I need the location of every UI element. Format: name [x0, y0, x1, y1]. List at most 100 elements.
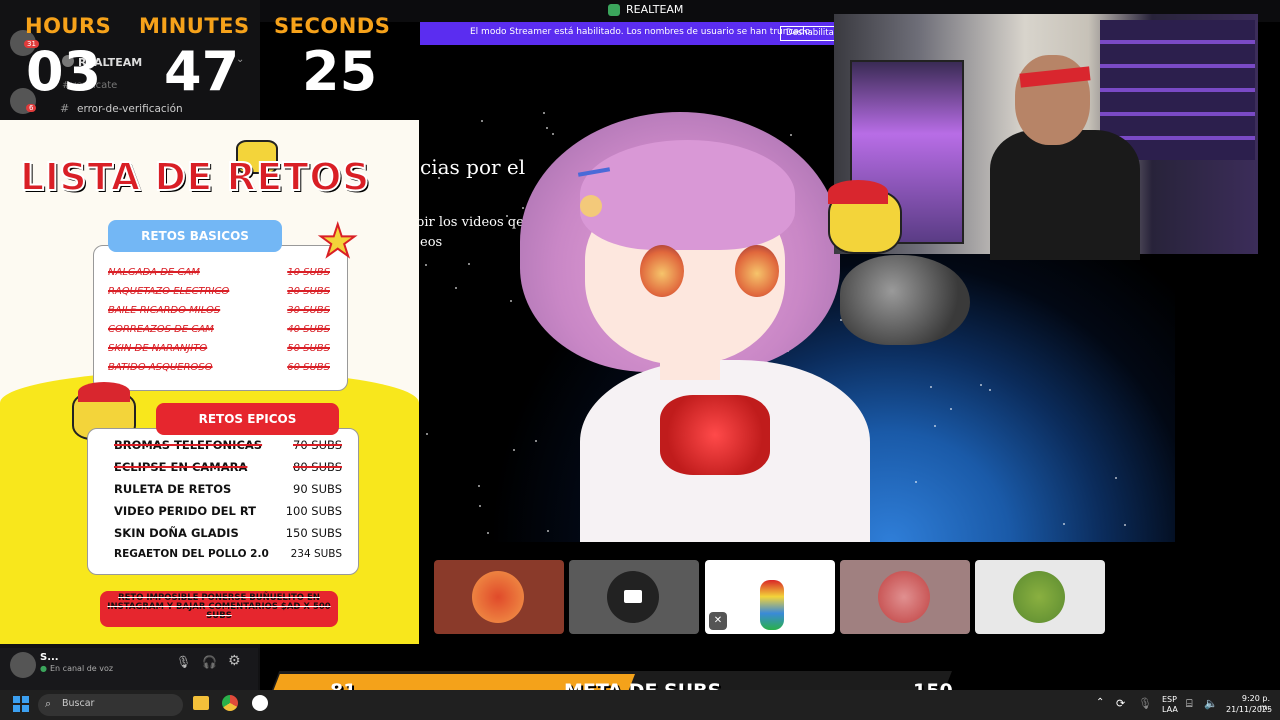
star-dot [510, 300, 512, 302]
star-dot [1063, 523, 1065, 525]
participant-tile[interactable] [434, 560, 564, 634]
muted-mic-icon: ✕ [709, 612, 727, 630]
reto-subs: 70 SUBS [293, 438, 342, 452]
star-icon: ★ [317, 216, 358, 267]
star-dot [989, 389, 991, 391]
reto-name: BAILE RICARDO MILOS [108, 305, 221, 316]
app-icon[interactable] [252, 695, 268, 711]
reto-epico-item: BROMAS TELEFONICAS 70 SUBS [114, 438, 342, 452]
reto-name: RAQUETAZO ELECTRICO [108, 286, 230, 297]
participant-tile[interactable] [569, 560, 699, 634]
reto-name: REGAETON DEL POLLO 2.0 [114, 548, 269, 560]
search-icon: ⌕ [45, 697, 52, 710]
star-dot [513, 449, 515, 451]
star-dot [522, 207, 524, 209]
language-indicator[interactable]: ESP [1162, 695, 1177, 704]
reto-name: BROMAS TELEFONICAS [114, 438, 263, 452]
language-indicator-sub[interactable]: LAA [1162, 705, 1178, 714]
hairclip-flower-icon [580, 195, 602, 217]
reto-epico-item: RULETA DE RETOS 90 SUBS [114, 482, 342, 496]
reto-basico-item: BAILE RICARDO MILOS 30 SUBS [108, 305, 330, 316]
participant-avatar [878, 571, 930, 623]
reto-subs: 80 SUBS [293, 460, 342, 474]
reto-name: BATIDO ASQUEROSO [108, 362, 213, 373]
file-explorer-icon[interactable] [193, 696, 209, 710]
santa-hat-icon [828, 180, 888, 204]
star-dot [546, 127, 548, 129]
microphone-icon[interactable]: 🎙 [176, 655, 191, 669]
star-dot [547, 530, 549, 532]
volume-icon[interactable]: 🔈 [1204, 697, 1218, 710]
voice-status: En canal de voz [50, 664, 114, 673]
search-placeholder: Buscar [62, 698, 95, 709]
star-dot [487, 532, 489, 534]
star-dot [426, 433, 428, 435]
reto-subs: 100 SUBS [285, 504, 342, 518]
star-dot [468, 263, 470, 265]
gear-icon[interactable]: ⚙ [228, 653, 241, 669]
participant-avatar [472, 571, 524, 623]
star-dot [930, 386, 932, 388]
reto-epico-item: REGAETON DEL POLLO 2.0 234 SUBS [114, 548, 342, 560]
voice-user-panel [0, 648, 258, 690]
reto-subs: 40 SUBS [287, 324, 330, 335]
participant-tile[interactable] [975, 560, 1105, 634]
chrome-icon[interactable] [222, 695, 238, 711]
star-dot [535, 440, 537, 442]
participant-avatar [1013, 571, 1065, 623]
document-line: eos [420, 235, 443, 250]
taskbar-search[interactable] [38, 694, 183, 716]
star-dot [479, 505, 481, 507]
vtuber-bow [660, 395, 770, 475]
reto-basico-item: SKIN DE NARANJITO 50 SUBS [108, 343, 330, 354]
reto-subs: 50 SUBS [287, 343, 330, 354]
clock-date[interactable]: 21/11/2025 [1226, 705, 1272, 714]
reto-basico-item: BATIDO ASQUEROSO 60 SUBS [108, 362, 330, 373]
retos-basicos-label: RETOS BASICOS [108, 220, 282, 252]
star-dot [915, 481, 917, 483]
vtuber-eye-right [735, 245, 779, 297]
window-title: REALTEAM [608, 3, 683, 16]
star-dot [425, 264, 427, 266]
retos-epicos-label: RETOS EPICOS [156, 403, 339, 435]
reto-subs: 10 SUBS [287, 267, 330, 278]
network-icon[interactable]: ⌸ [1186, 697, 1193, 711]
reto-imposible: RETO IMPOSIBLE PONERSE BUÑUELITO EN INST… [100, 591, 338, 627]
windows-start-icon[interactable] [13, 696, 29, 712]
disable-streamer-button[interactable]: Deshabilitar [780, 26, 840, 41]
reto-epico-item: ECLIPSE EN CAMARA 80 SUBS [114, 460, 342, 474]
webcam-person-body [990, 130, 1140, 260]
microphone-icon[interactable]: 🎙 [1138, 697, 1152, 710]
participant-tile[interactable] [840, 560, 970, 634]
reto-name: SKIN DE NARANJITO [108, 343, 208, 354]
channel-error-verificacion[interactable]: error-de-verificación [77, 103, 183, 115]
vtuber-eye-left [640, 245, 684, 297]
voice-connected-icon: ● [40, 664, 47, 673]
user-avatar[interactable] [10, 652, 36, 678]
reto-epico-item: VIDEO PERIDO DEL RT 100 SUBS [114, 504, 342, 518]
reto-basico-item: RAQUETAZO ELECTRICO 20 SUBS [108, 286, 330, 297]
seconds-value: 25 [302, 40, 378, 103]
vtuber-bangs [580, 140, 795, 250]
reto-subs: 60 SUBS [287, 362, 330, 373]
star-dot [552, 133, 554, 135]
retos-title: LISTA DE RETOS [19, 154, 370, 200]
star-dot [950, 408, 952, 410]
hash-icon: # [60, 102, 70, 115]
star-dot [934, 425, 936, 427]
window-title-text: REALTEAM [626, 3, 684, 16]
reto-name: CORREAZOS DE CAM [108, 324, 214, 335]
headphones-icon[interactable]: 🎧 [202, 655, 217, 669]
reto-subs: 30 SUBS [287, 305, 330, 316]
star-dot [790, 134, 792, 136]
participant-tile[interactable]: ✕ [705, 560, 835, 634]
star-dot [1115, 477, 1117, 479]
reto-epico-item: SKIN DOÑA GLADIS 150 SUBS [114, 526, 342, 540]
chevron-up-icon[interactable]: ⌃ [1096, 697, 1104, 708]
sync-icon[interactable]: ⟳ [1116, 697, 1125, 710]
windows-taskbar [0, 690, 1280, 720]
star-dot [481, 120, 483, 122]
asteroid-image [840, 255, 970, 345]
santa-hat-icon [78, 382, 130, 402]
hours-value: 03 [26, 40, 102, 103]
